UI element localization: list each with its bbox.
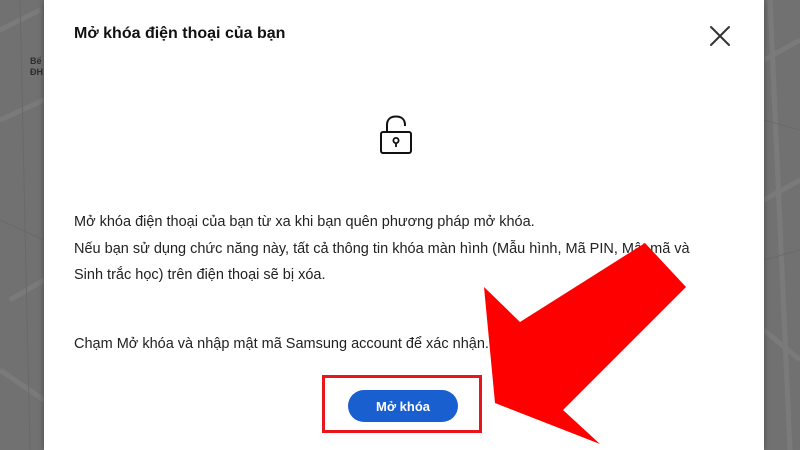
unlocked-padlock-icon	[380, 115, 412, 154]
dialog-description: Mở khóa điện thoại của bạn từ xa khi bạn…	[74, 209, 734, 289]
screen: Bế ĐH Mở khóa điện thoại của bạn Mở khóa…	[0, 0, 800, 450]
unlock-dialog: Mở khóa điện thoại của bạn Mở khóa điện …	[44, 0, 764, 450]
dialog-instruction: Chạm Mở khóa và nhập mật mã Samsung acco…	[74, 336, 489, 352]
close-button[interactable]	[706, 22, 734, 50]
dialog-title: Mở khóa điện thoại của bạn	[74, 25, 286, 42]
unlock-button[interactable]: Mở khóa	[348, 390, 458, 422]
description-line-3: Sinh trắc học) trên điện thoại sẽ bị xóa…	[74, 267, 326, 283]
close-icon	[710, 26, 730, 46]
description-line-2: Nếu bạn sử dụng chức năng này, tất cả th…	[74, 240, 690, 257]
description-line-1: Mở khóa điện thoại của bạn từ xa khi bạn…	[74, 214, 535, 230]
